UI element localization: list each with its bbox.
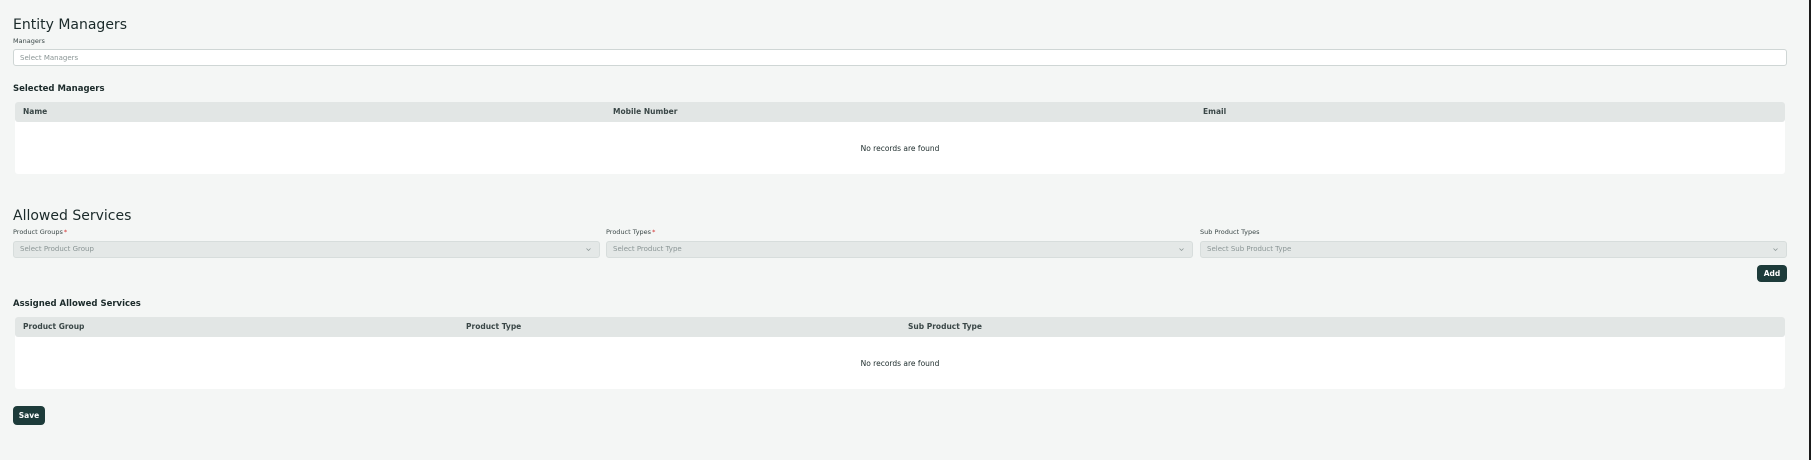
column-header-product-group[interactable]: Product Group [23, 317, 84, 337]
product-group-placeholder: Select Product Group [20, 245, 94, 253]
required-asterisk: * [652, 228, 656, 236]
chevron-down-icon [1773, 248, 1778, 252]
save-button[interactable]: Save [13, 406, 45, 425]
product-types-label: Product Types* [606, 228, 656, 236]
managers-select-input[interactable] [13, 49, 1787, 66]
selected-managers-table-header: Name Mobile Number Email [15, 102, 1785, 122]
assigned-services-heading: Assigned Allowed Services [13, 299, 141, 309]
product-group-select[interactable]: Select Product Group [13, 241, 600, 258]
sub-product-types-label: Sub Product Types [1200, 228, 1260, 236]
product-type-select[interactable]: Select Product Type [606, 241, 1193, 258]
assigned-services-empty-message: No records are found [860, 359, 940, 368]
allowed-services-title: Allowed Services [13, 208, 132, 224]
product-type-placeholder: Select Product Type [613, 245, 682, 253]
column-header-product-type[interactable]: Product Type [466, 317, 521, 337]
chevron-down-icon [1179, 248, 1184, 252]
selected-managers-empty-message: No records are found [860, 144, 940, 153]
sub-product-type-placeholder: Select Sub Product Type [1207, 245, 1292, 253]
add-button[interactable]: Add [1757, 265, 1787, 282]
selected-managers-heading: Selected Managers [13, 84, 105, 94]
product-groups-label: Product Groups* [13, 228, 68, 236]
column-header-email[interactable]: Email [1203, 102, 1226, 122]
chevron-down-icon [586, 248, 591, 252]
managers-label: Managers [13, 37, 45, 45]
required-asterisk: * [63, 228, 68, 236]
column-header-sub-product-type[interactable]: Sub Product Type [908, 317, 982, 337]
selected-managers-table: Name Mobile Number Email No records are … [15, 102, 1785, 174]
assigned-services-table-header: Product Group Product Type Sub Product T… [15, 317, 1785, 337]
sub-product-type-select[interactable]: Select Sub Product Type [1200, 241, 1787, 258]
assigned-services-table: Product Group Product Type Sub Product T… [15, 317, 1785, 389]
entity-managers-title: Entity Managers [13, 17, 127, 33]
column-header-mobile-number[interactable]: Mobile Number [613, 102, 677, 122]
column-header-name[interactable]: Name [23, 102, 47, 122]
